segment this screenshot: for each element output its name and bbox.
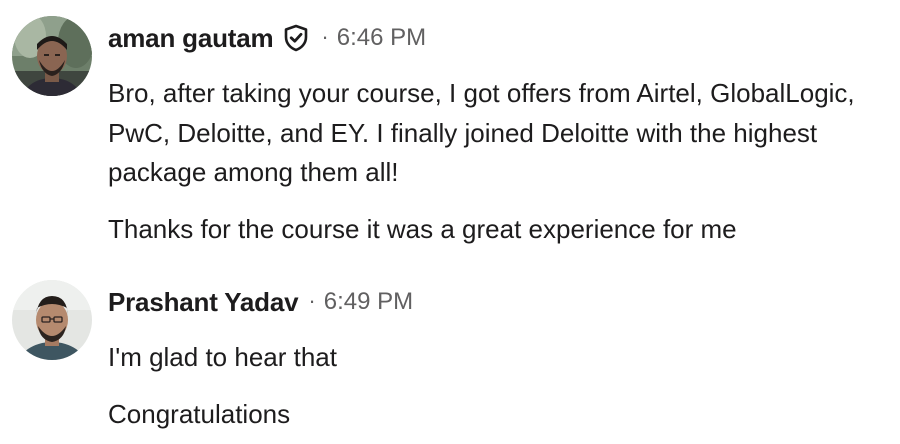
timestamp[interactable]: 6:46 PM bbox=[337, 24, 426, 52]
message-header: aman gautam · 6:46 PM bbox=[108, 18, 426, 58]
separator-dot: · bbox=[321, 24, 329, 49]
message-text: Congratulations bbox=[108, 399, 291, 429]
message-paragraph: Thanks for the course it was a great exp… bbox=[108, 210, 878, 250]
message-paragraph: Bro, after taking your course, I got off… bbox=[108, 74, 878, 193]
message-paragraph: Congratulations bbox=[108, 395, 878, 435]
separator-dot: · bbox=[308, 288, 316, 313]
message-text: Bro, after taking your course, I got off… bbox=[108, 78, 855, 187]
message-item: Prashant Yadav · 6:49 PM I'm glad to hea… bbox=[0, 270, 900, 444]
author-name[interactable]: Prashant Yadav bbox=[108, 287, 299, 318]
message-text: Thanks for the course it was a great exp… bbox=[108, 214, 737, 244]
author-name[interactable]: aman gautam bbox=[108, 23, 274, 54]
timestamp[interactable]: 6:49 PM bbox=[324, 288, 413, 316]
message-paragraph: I'm glad to hear that bbox=[108, 338, 878, 378]
shield-check-icon bbox=[283, 24, 309, 52]
message-header: Prashant Yadav · 6:49 PM bbox=[108, 282, 413, 322]
avatar-photo bbox=[12, 16, 92, 96]
message-text: I'm glad to hear that bbox=[108, 342, 337, 372]
avatar-photo bbox=[12, 280, 92, 360]
avatar[interactable] bbox=[12, 16, 92, 96]
message-item: aman gautam · 6:46 PM Bro, after taking … bbox=[0, 0, 900, 270]
avatar[interactable] bbox=[12, 280, 92, 360]
